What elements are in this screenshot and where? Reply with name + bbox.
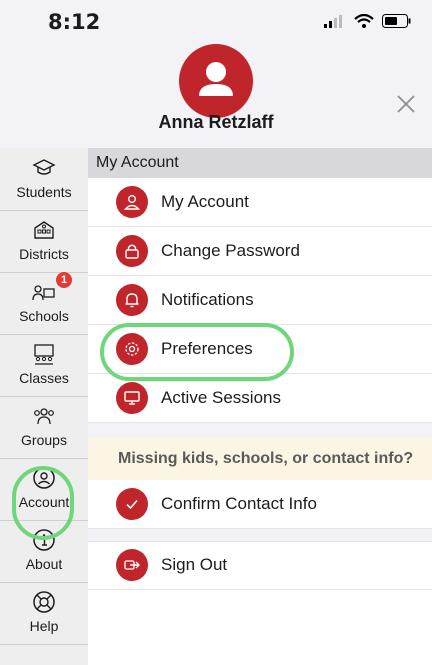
list-item-label: Sign Out [161,555,228,574]
sidebar-item-label: Schools [19,308,69,324]
avatar [179,44,253,118]
group-icon [34,408,54,425]
sidebar-item-label: Districts [19,246,69,262]
sidebar: Students Districts 1 Schools Classes Gro… [0,148,89,665]
sidebar-item-label: About [25,556,63,572]
lifebuoy-icon [33,591,55,613]
monitor-icon [116,382,148,414]
checkmark-icon [116,488,148,520]
status-icons [324,14,412,28]
notification-badge: 1 [56,272,72,288]
bell-icon [116,284,148,316]
sidebar-item-label: Classes [19,370,69,386]
list-item-sign-out[interactable]: Sign Out [88,541,432,590]
list-item-label: My Account [161,192,249,211]
status-bar: 8:12 [0,0,432,44]
sidebar-item-label: Help [29,618,59,634]
building-icon [34,221,54,239]
sidebar-item-label: Groups [21,432,67,448]
graduation-cap-icon [32,159,56,175]
user-name: Anna Retzlaff [158,112,274,132]
list-item-label: Confirm Contact Info [161,494,317,513]
main-panel: My Account My Account Change Password No… [88,148,432,665]
sidebar-item-help[interactable]: Help [0,582,88,645]
section-header: My Account [88,148,432,178]
lock-icon [116,235,148,267]
sidebar-item-groups[interactable]: Groups [0,396,88,459]
classroom-icon [34,344,54,365]
list-item-notifications[interactable]: Notifications [88,276,432,325]
account-highlight-ring [12,466,74,540]
sidebar-item-districts[interactable]: Districts [0,210,88,273]
list-item-label: Change Password [161,241,300,260]
missing-info-banner: Missing kids, schools, or contact info? [88,438,432,480]
clock-time: 8:12 [48,10,101,34]
list-item-change-password[interactable]: Change Password [88,227,432,276]
profile-header: Anna Retzlaff [0,44,432,146]
user-icon [116,186,148,218]
list-item-label: Notifications [161,290,254,309]
sidebar-item-students[interactable]: Students [0,148,88,211]
preferences-highlight-ring [100,323,294,381]
sidebar-item-classes[interactable]: Classes [0,334,88,397]
list-item-my-account[interactable]: My Account [88,178,432,227]
list-item-confirm-contact[interactable]: Confirm Contact Info [88,480,432,529]
list-item-active-sessions[interactable]: Active Sessions [88,374,432,423]
teacher-board-icon [32,285,55,301]
list-item-label: Active Sessions [161,388,281,407]
battery-icon [382,14,411,28]
wifi-icon [354,14,374,28]
sidebar-item-schools[interactable]: 1 Schools [0,272,88,335]
signal-icon [324,15,342,28]
sidebar-item-label: Students [16,184,72,200]
sign-out-icon [116,549,148,581]
user-avatar-icon [199,62,233,96]
